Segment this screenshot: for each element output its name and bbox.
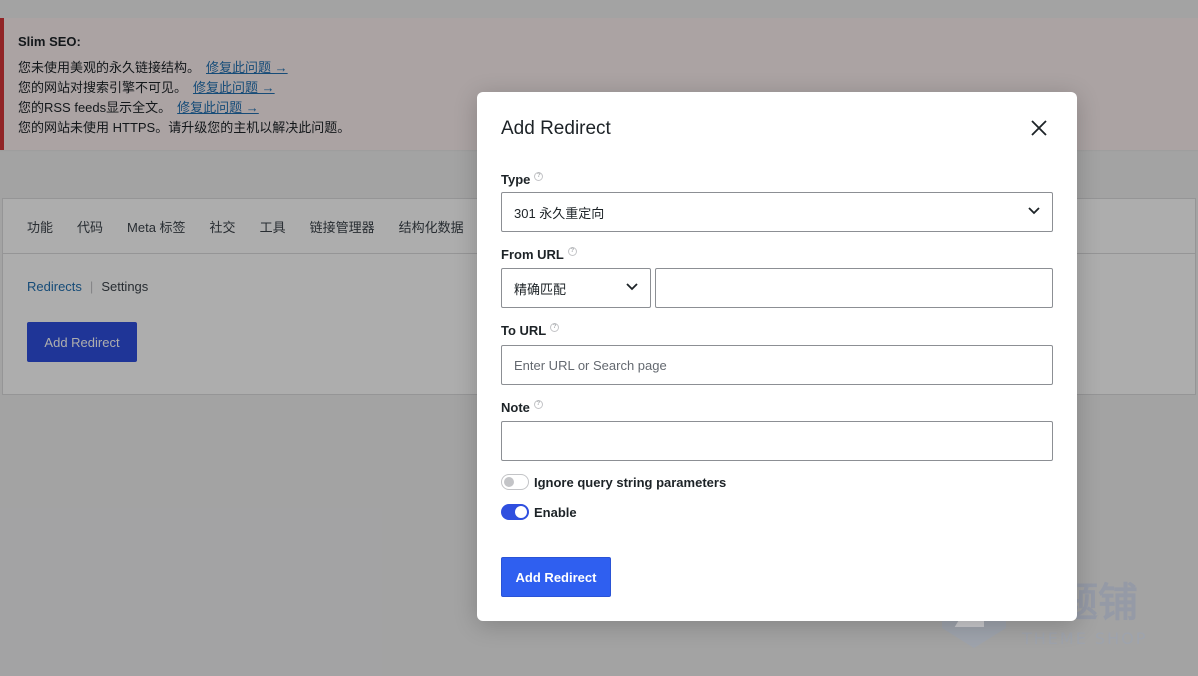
enable-toggle[interactable]	[501, 504, 529, 520]
add-redirect-submit-button[interactable]: Add Redirect	[501, 557, 611, 597]
to-url-label: To URL ?	[501, 323, 560, 338]
enable-toggle-row[interactable]: Enable	[501, 504, 577, 520]
help-icon[interactable]: ?	[567, 247, 577, 256]
from-url-input[interactable]	[655, 268, 1053, 308]
from-url-label-text: From URL	[501, 247, 564, 262]
type-label: Type ?	[501, 172, 544, 187]
to-url-placeholder: Enter URL or Search page	[514, 357, 667, 373]
chevron-down-icon	[1028, 207, 1040, 215]
ignore-query-toggle[interactable]	[501, 474, 529, 490]
redirect-type-select[interactable]: 301 永久重定向	[501, 192, 1053, 232]
type-label-text: Type	[501, 172, 531, 187]
close-icon[interactable]	[1029, 118, 1049, 138]
watermark-sub: THEME SHOP	[1021, 629, 1147, 648]
enable-label: Enable	[534, 504, 577, 520]
help-icon[interactable]: ?	[534, 172, 544, 181]
to-url-input[interactable]: Enter URL or Search page	[501, 345, 1053, 385]
note-label-text: Note	[501, 400, 530, 415]
note-label: Note ?	[501, 400, 543, 415]
from-url-label: From URL ?	[501, 247, 577, 262]
modal-title: Add Redirect	[501, 118, 611, 139]
match-type-value: 精确匹配	[514, 281, 567, 297]
match-type-select[interactable]: 精确匹配	[501, 268, 651, 308]
toggle-knob	[504, 477, 514, 487]
to-url-label-text: To URL	[501, 323, 547, 338]
help-icon[interactable]: ?	[533, 400, 543, 409]
help-icon[interactable]: ?	[550, 323, 560, 332]
note-input[interactable]	[501, 421, 1053, 461]
toggle-knob	[515, 506, 527, 518]
redirect-type-value: 301 永久重定向	[514, 205, 605, 221]
chevron-down-icon	[626, 283, 638, 291]
ignore-query-toggle-row[interactable]: Ignore query string parameters	[501, 474, 726, 490]
add-redirect-modal: Add Redirect Type ? 301 永久重定向 From URL ?…	[477, 92, 1077, 621]
ignore-query-label: Ignore query string parameters	[534, 474, 727, 490]
